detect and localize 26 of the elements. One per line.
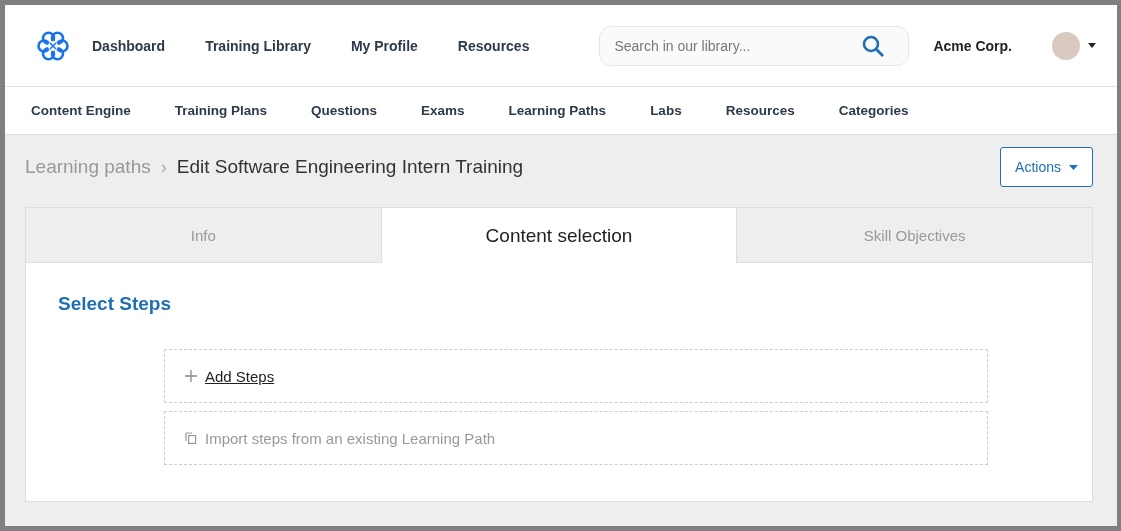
nav-link[interactable]: My Profile	[350, 37, 418, 54]
logo-icon[interactable]	[37, 29, 69, 62]
subnav-link[interactable]: Exams	[421, 103, 465, 118]
nav-link[interactable]: Resources	[457, 37, 530, 54]
subnav-link[interactable]: Content Engine	[31, 103, 131, 118]
copy-icon	[185, 432, 197, 444]
subnav-link[interactable]: Questions	[311, 103, 378, 118]
tab[interactable]: Content selection	[380, 208, 738, 263]
section-title: Select Steps	[58, 293, 172, 315]
search-field[interactable]: Search in our library...	[599, 25, 910, 66]
subnav-link[interactable]: Labs	[650, 103, 682, 118]
subnav-link[interactable]: Resources	[725, 103, 795, 118]
subnav-link[interactable]: Categories	[838, 103, 909, 118]
page-title: Edit Software Engineering Intern Training	[176, 156, 524, 178]
breadcrumb-separator: ›	[160, 156, 167, 178]
nav-link[interactable]: Training Library	[205, 37, 311, 54]
plus-icon	[185, 370, 197, 382]
step-option[interactable]: Add Steps	[164, 349, 988, 403]
company-name: Acme Corp.	[933, 37, 1012, 54]
subnav-link[interactable]: Learning Paths	[508, 103, 607, 118]
search-icon[interactable]	[861, 33, 886, 58]
nav-link[interactable]: Dashboard	[92, 37, 166, 54]
caret-icon[interactable]	[1088, 43, 1096, 48]
actions-button[interactable]: Actions	[1000, 147, 1093, 187]
caret-icon	[1069, 164, 1078, 170]
subnav-link[interactable]: Training Plans	[174, 103, 268, 118]
